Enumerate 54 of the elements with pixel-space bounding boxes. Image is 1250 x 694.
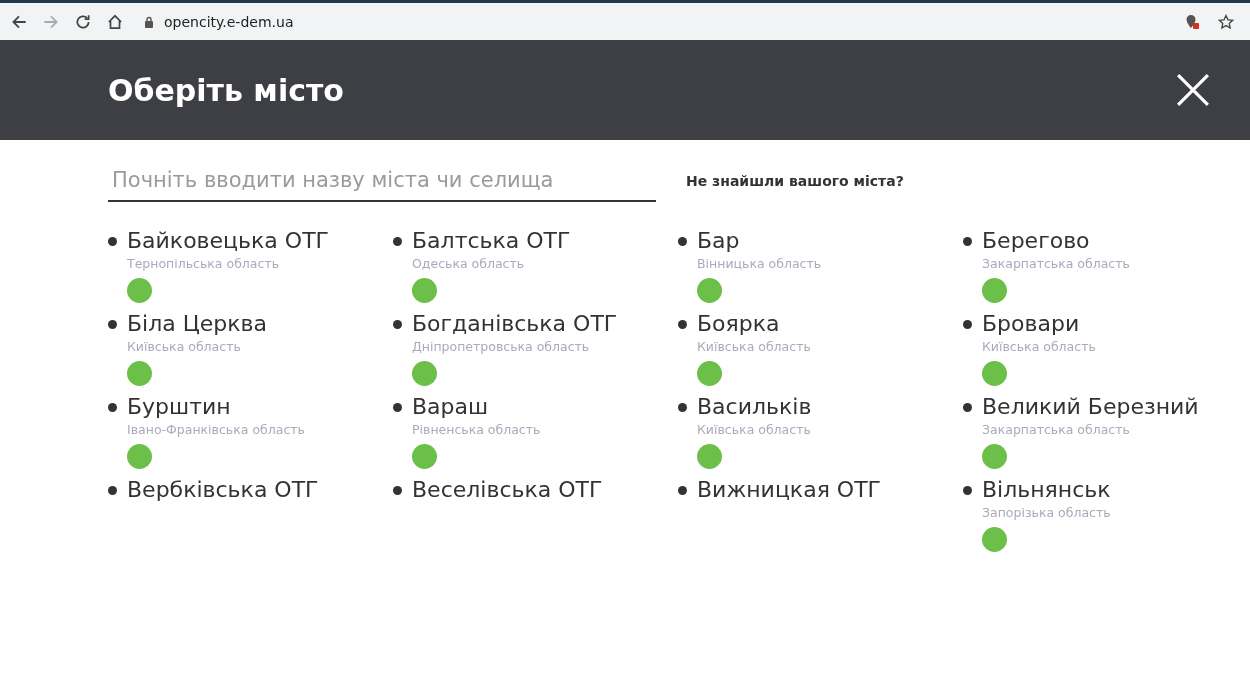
region-label: Закарпатська область [982,422,1130,438]
region-label: Рівненська область [412,422,541,438]
home-icon[interactable] [106,12,124,31]
bullet-dot [963,320,972,329]
lock-icon[interactable] [144,15,154,28]
region-label: Одеська область [412,256,525,272]
region-label: Київська область [982,339,1096,355]
not-found-link[interactable]: Не знайшли вашого міста? [686,173,904,189]
location-blocked-icon[interactable] [1184,13,1200,30]
city-link[interactable]: Веселівська ОТГ [412,475,603,505]
bullet-dot [963,403,972,412]
bullet-dot [963,237,972,246]
close-icon[interactable] [1176,73,1210,107]
bullet-dot [678,237,687,246]
region-label: Київська область [127,339,241,355]
star-icon[interactable] [1218,13,1234,30]
bullet-dot [108,486,117,495]
bullet-dot [963,486,972,495]
city-link[interactable]: Великий Березний [982,392,1199,422]
city-link[interactable]: Вільнянськ [982,475,1111,505]
bullet-dot [678,403,687,412]
bullet-dot [108,320,117,329]
reload-icon[interactable] [74,12,92,31]
region-label: Дніпропетровська область [412,339,590,355]
city-link[interactable]: Васильків [697,392,812,422]
city-link[interactable]: Бар [697,226,740,256]
region-label: Тернопільська область [127,256,280,272]
bullet-dot [678,486,687,495]
region-label: Київська область [697,339,811,355]
region-label: Івано-Франківська область [127,422,305,438]
bullet-dot [678,320,687,329]
bullet-dot [108,237,117,246]
city-link[interactable]: Вижницкая ОТГ [697,475,882,505]
bullet-dot [393,320,402,329]
bullet-dot [393,403,402,412]
bullet-dot [393,237,402,246]
city-link[interactable]: Бурштин [127,392,231,422]
city-link[interactable]: Біла Церква [127,309,268,339]
region-label: Київська область [697,422,811,438]
address-bar[interactable]: opencity.e-dem.ua [138,6,1240,37]
bullet-dot [393,486,402,495]
city-link[interactable]: Байковецька ОТГ [127,226,329,256]
city-link[interactable]: Бровари [982,309,1080,339]
city-link[interactable]: Богданівська ОТГ [412,309,618,339]
city-link[interactable]: Вербківська ОТГ [127,475,319,505]
city-link[interactable]: Боярка [697,309,780,339]
city-link[interactable]: Балтська ОТГ [412,226,571,256]
city-link[interactable]: Берегово [982,226,1090,256]
region-label: Вінницька область [697,256,822,272]
region-label: Закарпатська область [982,256,1130,272]
region-label: Запорізька область [982,505,1111,521]
bullet-dot [108,403,117,412]
city-link[interactable]: Вараш [412,392,489,422]
modal-title: Оберіть місто [108,72,344,108]
